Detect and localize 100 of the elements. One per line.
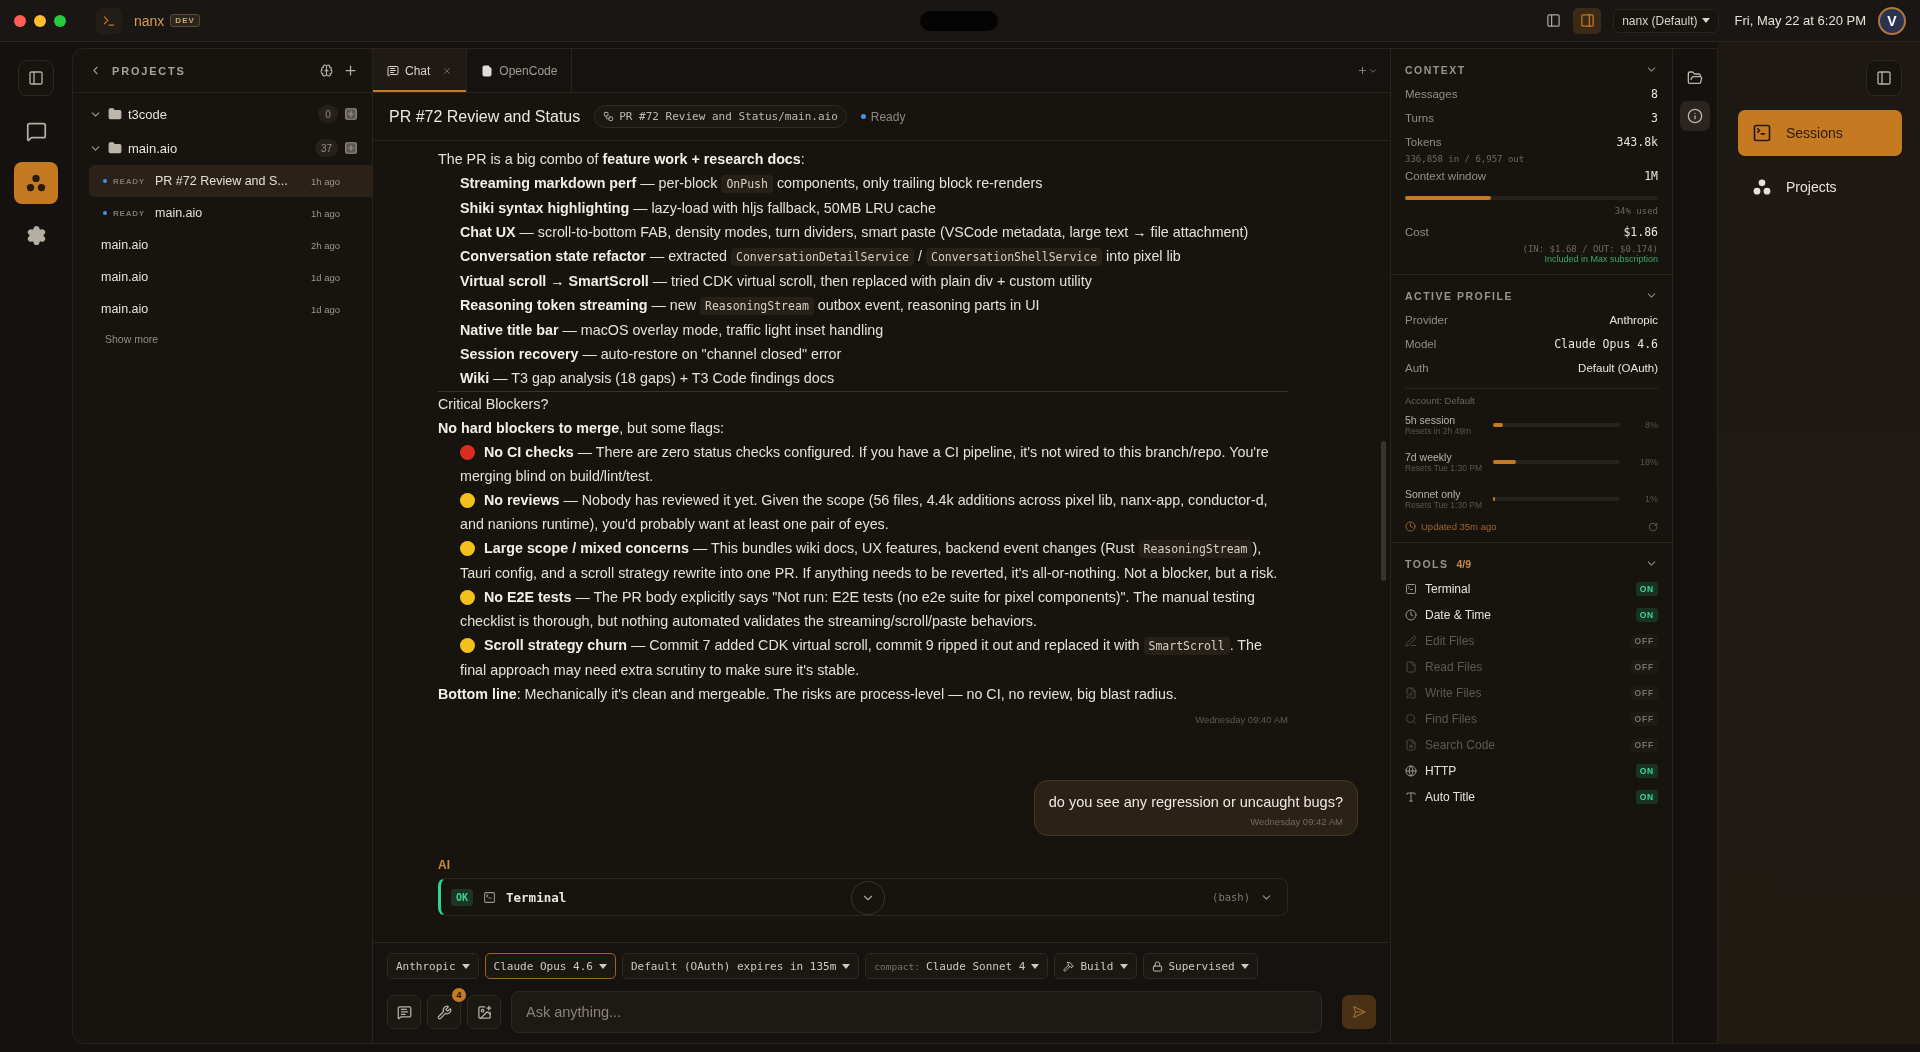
terminal-icon [96,7,122,34]
lock-icon [1151,960,1163,972]
status-dot [860,114,866,119]
clock-icon [1405,521,1416,532]
session-title: PR #72 Review and S... [155,174,289,188]
wrench-icon [436,1004,452,1020]
scrollbar[interactable] [1381,441,1386,581]
close-icon[interactable] [442,65,453,76]
three-dots-icon [1752,177,1772,197]
session-status: READY [113,208,145,218]
tool-toggle[interactable]: ON [1635,608,1658,622]
model-selector[interactable]: Claude Opus 4.6 [484,953,616,979]
paragraph: The PR is a big combo of feature work + research docs: [438,150,806,169]
section-title: CONTEXT [1405,63,1466,76]
tool-toggle[interactable]: ON [1635,582,1658,596]
field-label: Auth [1405,362,1429,374]
list-item-text: Reasoning token streaming — new ReasoningStream outbox event, reasoning parts in UI [460,296,1041,317]
stat-value: 1M [1644,169,1658,183]
send-button[interactable] [1342,995,1376,1029]
model-selector[interactable]: Anthropic [387,953,479,979]
attach-image-button[interactable] [467,995,501,1029]
add-project-button[interactable] [343,63,358,78]
field-label: Model [1405,338,1437,350]
list-item-text: Streaming markdown perf — per-block OnPush components, only trailing block re-renders [460,174,1044,195]
tool-icon [1405,635,1417,647]
tool-toggle[interactable]: OFF [1630,738,1658,752]
tool-toggle[interactable]: OFF [1630,660,1658,674]
model-selector[interactable]: compact: Claude Sonnet 4 [865,953,1049,979]
session-time: 1h ago [310,175,340,187]
session-item[interactable]: main.aio 1d ago [89,293,372,325]
sidebar-toggle[interactable] [18,60,54,96]
cost-value: $1.86 [1623,225,1658,239]
chat-icon [396,1004,412,1020]
sidebar-icon [28,70,44,86]
brain-icon[interactable] [320,64,333,77]
path-chip[interactable]: PR #72 Review and Status/main.aio [594,105,847,128]
count-badge: 4 [452,988,466,1002]
field-value: Claude Opus 4.6 [1554,337,1658,351]
model-selector[interactable]: Supervised [1142,953,1258,979]
tool-icon [1405,739,1417,751]
maximize-button[interactable] [54,14,66,27]
tool-toggle[interactable]: ON [1635,790,1658,804]
projects-nav-button[interactable] [14,162,58,204]
plus-icon [1357,65,1368,76]
account-label: Account: Default [1405,395,1476,406]
tool-call-card[interactable]: OK Terminal (bash) [438,878,1288,916]
tool-toggle[interactable]: OFF [1630,634,1658,648]
chat-mode-button[interactable] [387,995,421,1029]
paragraph: Bottom line: Mechanically it's clean and mergeable. The risks are process-level — no CI, no review, big blast radius. [438,685,1179,704]
session-item[interactable]: main.aio 1d ago [89,261,372,293]
list-item-text: Scroll strategy churn — Commit 7 added CDK virtual scroll, commit 9 ripped it out and replaced it with SmartScroll . The final approach may need extra scrutiny to make sure it's stable. [460,636,1263,680]
user-avatar[interactable]: V [1878,6,1906,35]
list-item-text: Session recovery — auto-restore on "channel closed" error [460,345,843,364]
dev-badge: DEV [170,14,200,27]
limit-reading: 1% [1644,493,1658,504]
limit-name: 7d weekly [1405,450,1453,463]
sidebar-toggle[interactable] [1866,60,1902,96]
date-time: Fri, May 22 at 6:20 PM [1734,13,1866,28]
session-time: 1d ago [310,271,340,283]
tool-icon [1405,791,1417,803]
model-selector[interactable]: Default (OAuth) expires in 135m [621,953,860,979]
stat-label: Messages [1405,88,1458,100]
sidebar-icon [1545,13,1561,28]
session-item[interactable]: main.aio 2h ago [89,229,372,261]
model-selector[interactable]: Build [1054,953,1137,979]
tool-toggle[interactable]: ON [1635,764,1658,778]
section-title: ACTIVE PROFILE [1405,289,1513,302]
list-item-text: Shiki syntax highlighting — lazy-load with hljs fallback, 50MB LRU cache [460,199,937,218]
field-value: Default (OAuth) [1578,362,1658,374]
limit-name: 5h session [1405,413,1457,426]
close-button[interactable] [14,14,26,27]
tool-name: Find Files [1425,712,1478,726]
project-name[interactable]: main.aio [128,140,309,156]
session-item[interactable]: READY PR #72 Review and S... 1h ago [89,165,372,197]
caret-icon [1240,963,1249,969]
session-title: main.aio [101,302,150,316]
nav-item[interactable]: Sessions [1738,110,1902,156]
new-session-button[interactable] [344,141,358,155]
tool-icon [1405,713,1417,725]
profile-dropdown[interactable]: nanx (Default) [1613,8,1719,33]
message-input[interactable]: Ask anything... [511,991,1322,1033]
cost-breakdown: (IN: $1.68 / OUT: $0.174) [1522,244,1658,254]
chat-tab[interactable]: OpenCode [467,49,573,92]
nav-item[interactable]: Projects [1738,164,1902,210]
tool-toggle[interactable]: OFF [1630,712,1658,726]
tool-toggle[interactable]: OFF [1630,686,1658,700]
tool-name: Search Code [1425,738,1497,752]
caret-icon [1031,963,1040,969]
right-panel-toggle[interactable] [1573,7,1602,34]
session-time: 1d ago [310,303,340,315]
list-item-text: Chat UX — scroll-to-bottom FAB, density modes, turn dividers, smart paste (VSCode metadata, large text → file attachment) [460,223,1250,242]
list-item-text: Native title bar — macOS overlay mode, traffic light inset handling [460,321,885,340]
info-button[interactable] [1680,101,1710,131]
project-name[interactable]: t3code [128,106,312,122]
minimize-button[interactable] [34,14,46,27]
list-item-text: No reviews — Nobody has reviewed it yet. Given the scope (56 files, 4.4k additions across pixel lib, nanx-app, conductor-d, and nanions runtime), you'd probably want at least one pair of eyes. [460,491,1269,534]
show-more-link[interactable]: Show more [105,333,372,345]
chat-tab[interactable]: Chat [373,49,468,92]
new-session-button[interactable] [344,107,358,121]
session-item[interactable]: READY main.aio 1h ago [89,197,372,229]
